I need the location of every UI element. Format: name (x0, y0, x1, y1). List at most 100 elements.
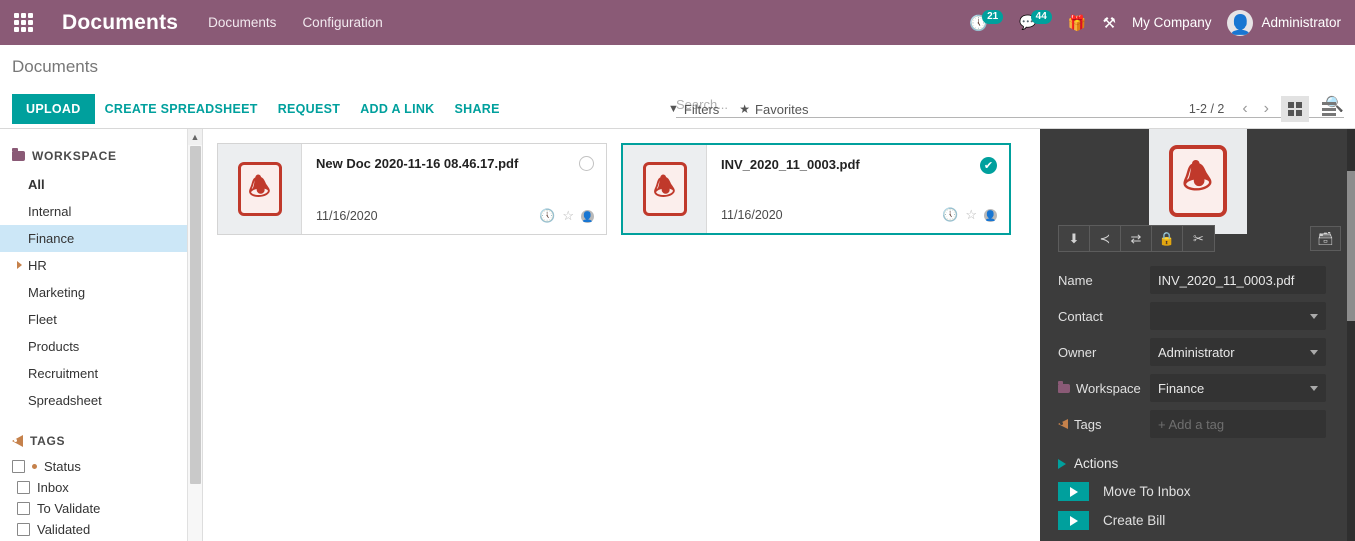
list-view-button[interactable] (1315, 96, 1343, 122)
create-spreadsheet-button[interactable]: CREATE SPREADSHEET (95, 94, 268, 124)
document-thumbnail[interactable]: 🕭 (218, 144, 302, 234)
inspector-scrollbar[interactable] (1347, 129, 1355, 541)
name-input[interactable]: INV_2020_11_0003.pdf (1150, 266, 1326, 294)
document-name[interactable]: INV_2020_11_0003.pdf (721, 157, 980, 172)
checkbox[interactable] (17, 523, 30, 536)
chevron-down-icon (1310, 349, 1318, 355)
owner-value: Administrator (1158, 344, 1235, 360)
tag-label: To Validate (37, 501, 101, 516)
sidebar-item-label: Marketing (28, 285, 86, 300)
checkbox[interactable] (17, 502, 30, 515)
status-dot-icon (32, 464, 37, 469)
field-label: Owner (1058, 344, 1097, 360)
gift-button[interactable]: 🎁 (1068, 14, 1087, 32)
user-menu[interactable]: 👤 Administrator (1227, 9, 1341, 36)
sidebar-item-internal[interactable]: Internal (0, 198, 202, 225)
replace-icon[interactable]: ⇄ (1121, 226, 1152, 251)
document-thumbnail[interactable]: 🕭 (623, 145, 707, 233)
folder-icon (12, 148, 25, 161)
workspace-value: Finance (1158, 380, 1205, 396)
clock-icon[interactable]: 🕔 (539, 208, 555, 224)
field-label: Workspace (1058, 380, 1150, 396)
chevron-right-icon[interactable]: › (1258, 98, 1275, 120)
tag-icon (12, 435, 23, 447)
checkbox[interactable] (12, 460, 25, 473)
kanban-view-button[interactable] (1281, 96, 1309, 122)
messages-button[interactable]: 💬 44 (1019, 9, 1052, 31)
document-card-footer: 11/16/2020 🕔 ☆ 👤 (316, 208, 594, 224)
breadcrumb[interactable]: Documents (12, 57, 98, 77)
developer-tools-button[interactable]: ⚒ (1102, 14, 1115, 32)
tag-icon (1058, 419, 1068, 429)
sidebar-item-spreadsheet[interactable]: Spreadsheet (0, 387, 202, 414)
chevron-down-icon (1310, 385, 1318, 391)
select-document-checkbox[interactable]: ✔ (980, 157, 997, 174)
field-tags: Tags + Add a tag (1040, 406, 1355, 442)
share-icon[interactable]: ≺ (1090, 226, 1121, 251)
archive-icon[interactable]: 🗃 (1310, 226, 1341, 251)
favorites-label: Favorites (755, 101, 809, 117)
sidebar-item-finance[interactable]: Finance (0, 225, 202, 252)
preview-thumbnail[interactable]: 🕭 (1148, 129, 1247, 234)
select-document-checkbox[interactable] (579, 156, 594, 171)
add-tag-input[interactable]: + Add a tag (1150, 410, 1326, 438)
star-icon[interactable]: ☆ (965, 207, 977, 223)
scrollbar-thumb[interactable] (1347, 171, 1355, 321)
contact-dropdown[interactable] (1150, 302, 1326, 330)
scrollbar-thumb[interactable] (190, 146, 201, 484)
folder-icon (1058, 380, 1070, 393)
avatar-icon[interactable]: 👤 (581, 209, 594, 223)
upload-button[interactable]: UPLOAD (12, 94, 95, 124)
filters-dropdown[interactable]: ▼ Filters (668, 102, 719, 117)
sidebar-item-hr[interactable]: HR (0, 252, 202, 279)
sidebar-item-label: HR (28, 258, 47, 273)
app-brand-title[interactable]: Documents (46, 11, 200, 35)
sidebar-scrollbar[interactable]: ▲ (187, 129, 202, 541)
download-icon[interactable]: ⬇ (1059, 226, 1090, 251)
action-move-to-inbox[interactable]: Move To Inbox (1040, 477, 1355, 506)
favorites-dropdown[interactable]: ★ Favorites (739, 102, 808, 117)
activities-button[interactable]: 🕔 21 (969, 9, 1004, 32)
sidebar-item-products[interactable]: Products (0, 333, 202, 360)
sidebar-item-recruitment[interactable]: Recruitment (0, 360, 202, 387)
request-button[interactable]: REQUEST (268, 94, 351, 124)
tags-section-label: TAGS (30, 434, 66, 448)
lock-icon[interactable]: 🔒 (1152, 226, 1183, 251)
apps-menu-button[interactable] (0, 0, 46, 45)
user-name-label: Administrator (1261, 15, 1341, 30)
share-button[interactable]: SHARE (445, 94, 510, 124)
chevron-right-icon[interactable] (17, 261, 22, 269)
tag-filter-inbox[interactable]: Inbox (0, 477, 202, 498)
field-name: Name INV_2020_11_0003.pdf (1040, 262, 1355, 298)
field-label: Name (1058, 272, 1093, 288)
workspace-dropdown[interactable]: Finance (1150, 374, 1326, 402)
apps-grid-icon (13, 13, 33, 32)
sidebar-item-label: Internal (28, 204, 72, 219)
tag-filter-status[interactable]: Status (0, 456, 202, 477)
owner-dropdown[interactable]: Administrator (1150, 338, 1326, 366)
tag-filter-validated[interactable]: Validated (0, 519, 202, 540)
clock-icon[interactable]: 🕔 (942, 207, 958, 223)
split-scissors-icon[interactable]: ✂ (1183, 226, 1214, 251)
add-a-link-button[interactable]: ADD A LINK (350, 94, 444, 124)
sidebar-item-marketing[interactable]: Marketing (0, 279, 202, 306)
tag-filter-to-validate[interactable]: To Validate (0, 498, 202, 519)
star-icon[interactable]: ☆ (562, 208, 574, 224)
document-card[interactable]: 🕭 INV_2020_11_0003.pdf ✔ 11/16/2020 🕔 ☆ … (621, 143, 1011, 235)
action-create-bill[interactable]: Create Bill (1040, 506, 1355, 535)
menu-item-configuration[interactable]: Configuration (300, 11, 384, 34)
sidebar-item-fleet[interactable]: Fleet (0, 306, 202, 333)
avatar-icon[interactable]: 👤 (984, 208, 997, 222)
sidebar-item-label: Finance (28, 231, 75, 246)
inspector-preview[interactable]: 🕭 (1040, 129, 1355, 234)
document-name[interactable]: New Doc 2020-11-16 08.46.17.pdf (316, 156, 579, 171)
chevron-left-icon[interactable]: ‹ (1236, 98, 1253, 120)
document-card[interactable]: 🕭 New Doc 2020-11-16 08.46.17.pdf 11/16/… (217, 143, 607, 235)
sidebar-item-all[interactable]: All (0, 171, 202, 198)
chevron-up-icon[interactable]: ▲ (188, 129, 202, 145)
menu-item-documents[interactable]: Documents (206, 11, 278, 34)
checkbox[interactable] (17, 481, 30, 494)
pdf-file-icon: 🕭 (642, 162, 687, 216)
actions-section-header[interactable]: Actions (1040, 442, 1355, 477)
company-switcher[interactable]: My Company (1132, 15, 1212, 30)
